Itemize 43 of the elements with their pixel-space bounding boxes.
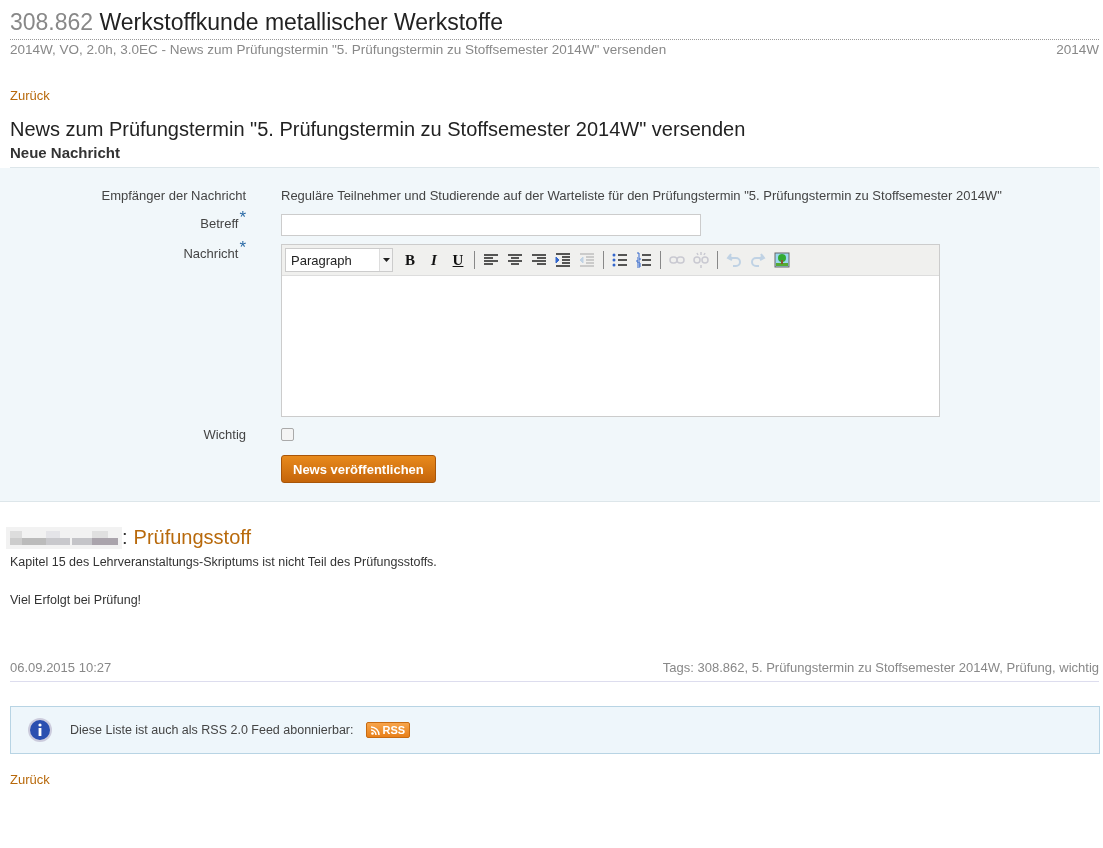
important-checkbox[interactable] [281,428,294,441]
name-separator: : [122,526,128,549]
back-link[interactable]: Zurück [10,772,50,787]
required-mark: * [239,237,246,257]
semester-label: 2014W [1056,42,1099,57]
italic-button[interactable]: I [423,249,445,271]
required-mark: * [239,207,246,227]
important-label: Wichtig [202,426,246,444]
align-center-icon [507,252,523,268]
rss-info-text: Diese Liste ist auch als RSS 2.0 Feed abonnierbar: [70,723,354,737]
course-title: Werkstoffkunde metallischer Werkstoffe [99,9,504,35]
format-select[interactable]: Paragraph [285,248,393,272]
news-date: 06.09.2015 10:27 [10,660,112,675]
outdent-icon [579,252,595,268]
numbers-icon [636,252,652,268]
news-paragraph: Viel Erfolgt bei Prüfung! [10,593,143,607]
info-icon [27,717,53,743]
unlink-icon [693,252,709,268]
subject-label: Betreff [200,216,239,231]
align-left-icon [483,252,499,268]
redo-icon [750,252,766,268]
align-right-icon [531,252,547,268]
back-link[interactable]: Zurück [10,88,50,103]
recipients-text: Reguläre Teilnehmer und Studierende auf der Warteliste für den Prüfungstermin "5. Prüfungstermin zu Stoffsemester 2014W" [281,187,1003,205]
news-title-link[interactable]: Prüfungsstoff [133,526,252,549]
recipients-label: Empfänger der Nachricht [100,187,246,205]
image-button[interactable] [771,249,793,271]
message-label: Nachricht [183,246,239,261]
bullets-icon [612,252,628,268]
indent-icon [555,252,571,268]
caret-icon [382,258,390,262]
publish-button[interactable]: News veröffentlichen [281,455,436,483]
news-paragraph: Kapitel 15 des Lehrveranstaltungs-Skriptums ist nicht Teil des Prüfungsstoffs. [10,555,438,569]
rss-badge[interactable]: RSS [365,722,411,738]
news-tags: Tags: 308.862, 5. Prüfungstermin zu Stoffsemester 2014W, Prüfung, wichtig [662,660,1099,675]
underline-button[interactable]: U [447,249,469,271]
image-icon [774,252,790,268]
course-subtitle: 2014W, VO, 2.0h, 3.0EC - News zum Prüfungstermin "5. Prüfungstermin zu Stoffsemester 2014W" versenden [10,42,667,57]
course-number: 308.862 [10,9,94,35]
undo-icon [726,252,742,268]
page-title: News zum Prüfungstermin "5. Prüfungstermin zu Stoffsemester 2014W" versenden [10,117,747,142]
subject-input[interactable] [281,214,701,236]
bold-button[interactable]: B [399,249,421,271]
